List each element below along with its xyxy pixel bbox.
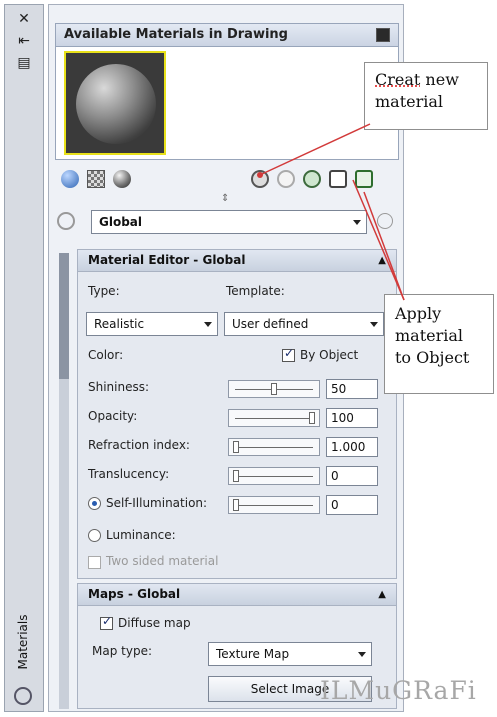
create-arrow-head bbox=[257, 172, 263, 178]
apply-arrow-b bbox=[363, 191, 405, 301]
callout-arrows bbox=[257, 123, 405, 301]
watermark-logo: ILMuGRaFi bbox=[320, 676, 477, 705]
apply-arrow-a bbox=[352, 179, 405, 301]
create-arrow bbox=[261, 123, 371, 175]
